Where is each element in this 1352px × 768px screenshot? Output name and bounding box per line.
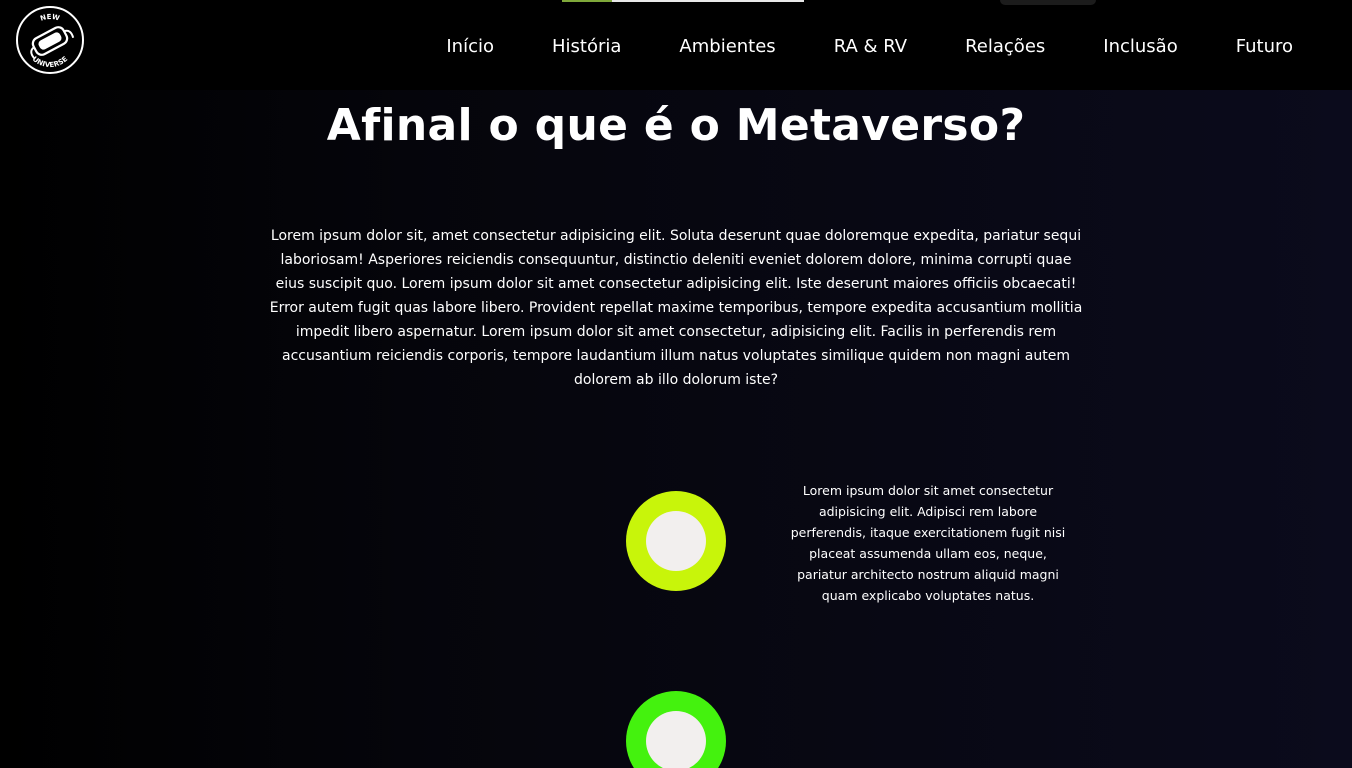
nav-item-futuro[interactable]: Futuro [1236, 36, 1293, 57]
page-title: Afinal o que é o Metaverso? [326, 100, 1026, 151]
intro-paragraph: Lorem ipsum dolor sit, amet consectetur … [269, 228, 1083, 388]
nav-item-inclusao[interactable]: Inclusão [1103, 36, 1177, 57]
vr-headset-logo-icon: NEW UNIVERSE [16, 6, 84, 74]
timeline-marker-center [646, 511, 706, 571]
timeline-marker [626, 491, 726, 591]
timeline-marker [626, 691, 726, 768]
timeline-marker-center [646, 711, 706, 768]
page: NEW UNIVERSE Início História Ambientes R… [0, 0, 1352, 768]
timeline-text: Lorem ipsum dolor sit amet consectetur a… [790, 483, 1066, 603]
main-nav: Início História Ambientes RA & RV Relaçõ… [417, 0, 1322, 92]
nav-item-inicio[interactable]: Início [446, 36, 494, 57]
logo[interactable]: NEW UNIVERSE [15, 5, 85, 75]
nav-item-ra-rv[interactable]: RA & RV [834, 36, 907, 57]
nav-item-ambientes[interactable]: Ambientes [679, 36, 775, 57]
nav-item-historia[interactable]: História [552, 36, 621, 57]
nav-item-relacoes[interactable]: Relações [965, 36, 1045, 57]
site-header: NEW UNIVERSE Início História Ambientes R… [0, 0, 1352, 90]
